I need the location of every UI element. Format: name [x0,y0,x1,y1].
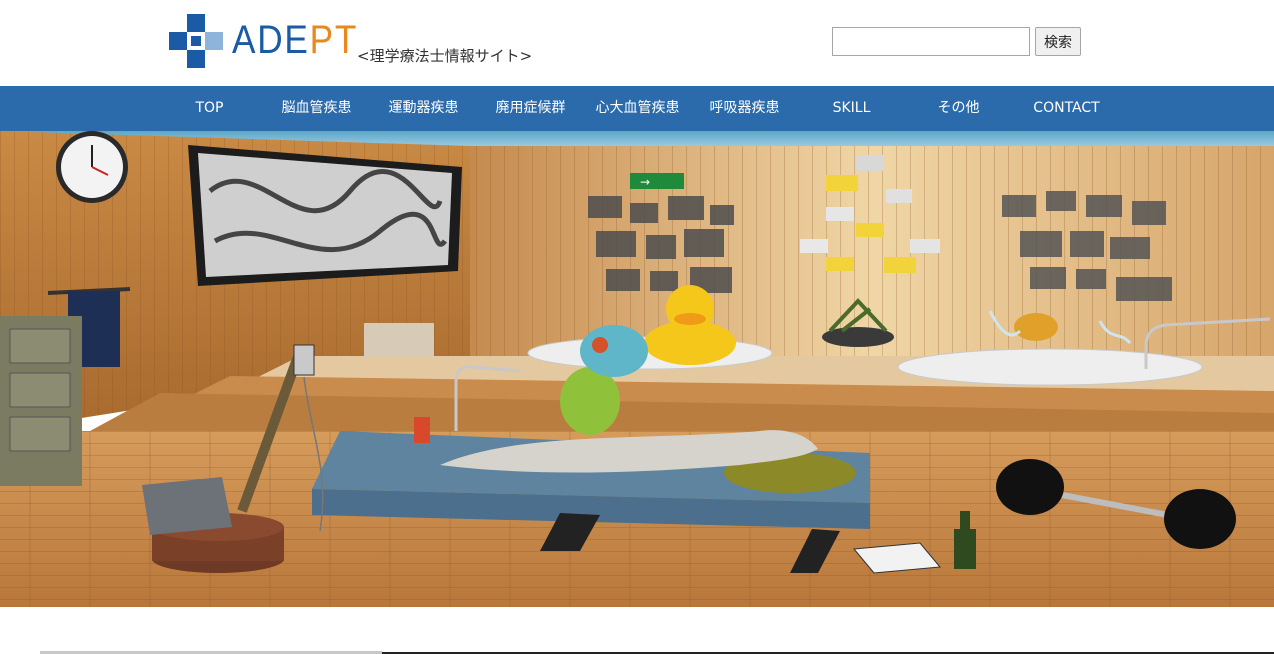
nav-item-respiratory[interactable]: 呼吸器疾患 [691,86,798,131]
nav-item-musculoskeletal[interactable]: 運動器疾患 [370,86,477,131]
site-header: ADEPT <理学療法士情報サイト> 検索 [0,0,1274,86]
nav-item-disuse-syndrome[interactable]: 廃用症候群 [477,86,584,131]
hero-illustration: → [0,131,1274,607]
exit-sign-text: → [640,175,650,189]
hero-image: → [0,131,1274,607]
site-logo-text[interactable]: ADEPT [232,16,358,64]
search-button[interactable]: 検索 [1035,27,1081,56]
nav-item-top[interactable]: TOP [156,86,263,131]
logo-text-pt: PT [309,18,359,62]
site-tagline: <理学療法士情報サイト> [357,47,533,65]
logo-text-ade: ADE [232,18,310,62]
search-input[interactable] [832,27,1030,56]
nav-item-skill[interactable]: SKILL [798,86,905,131]
nav-item-cerebrovascular[interactable]: 脳血管疾患 [263,86,370,131]
logo-icon[interactable] [169,14,225,68]
nav-item-cardiovascular[interactable]: 心大血管疾患 [584,86,691,131]
nav-item-other[interactable]: その他 [905,86,1012,131]
nav-item-contact[interactable]: CONTACT [1013,86,1120,131]
main-nav: TOP 脳血管疾患 運動器疾患 廃用症候群 心大血管疾患 呼吸器疾患 SKILL… [0,86,1274,131]
